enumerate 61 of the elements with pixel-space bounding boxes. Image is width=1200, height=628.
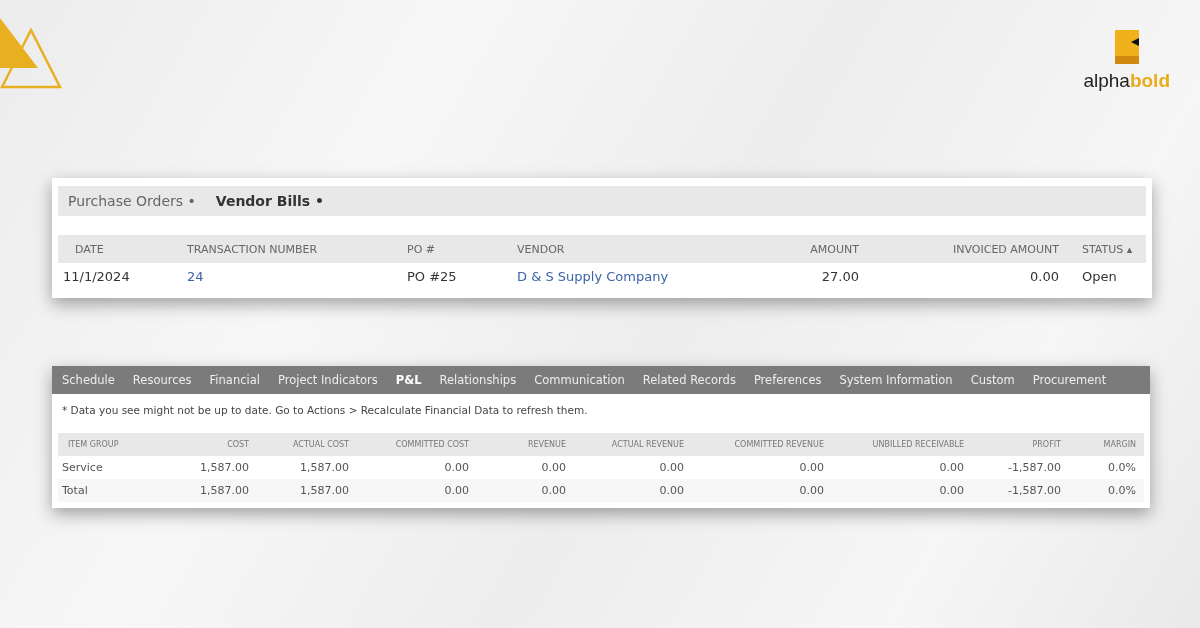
- table-cell: 11/1/2024: [63, 269, 130, 284]
- logo-icon: [1114, 30, 1139, 64]
- column-header[interactable]: INVOICED AMOUNT: [953, 242, 1059, 256]
- table-cell: 0.00: [939, 461, 964, 474]
- tab[interactable]: Financial: [209, 373, 260, 387]
- table-link[interactable]: 24: [187, 269, 204, 284]
- table-cell: 0.00: [799, 484, 824, 497]
- table-cell: 0.00: [939, 484, 964, 497]
- table-cell: 0.00: [659, 461, 684, 474]
- table-cell: -1,587.00: [1008, 484, 1061, 497]
- column-header: PROFIT: [1032, 440, 1061, 449]
- tab[interactable]: Preferences: [753, 373, 822, 387]
- table-cell: 0.00: [799, 461, 824, 474]
- table-cell: 0.00: [659, 484, 684, 497]
- column-header[interactable]: STATUS ▴: [1082, 242, 1133, 256]
- column-header: ITEM GROUP: [68, 440, 119, 449]
- tab[interactable]: Related Records: [642, 373, 736, 387]
- column-header: ACTUAL REVENUE: [611, 440, 684, 449]
- column-header: ACTUAL COST: [293, 440, 349, 449]
- table-cell: 1,587.00: [200, 484, 249, 497]
- notice-text: * Data you see might not be up to date. Go to Actions > Recalculate Financial Data to refresh them.: [61, 403, 589, 418]
- column-header: UNBILLED RECEIVABLE: [872, 440, 964, 449]
- table-cell: 1,587.00: [300, 484, 349, 497]
- table-cell: 0.0%: [1108, 484, 1136, 497]
- column-header: COST: [227, 440, 249, 449]
- column-header[interactable]: VENDOR: [517, 242, 565, 256]
- tab[interactable]: Relationships: [439, 373, 517, 387]
- table-link[interactable]: D & S Supply Company: [517, 269, 669, 284]
- tab[interactable]: System Information: [839, 373, 953, 387]
- table-cell: 1,587.00: [200, 461, 249, 474]
- table-cell: 1,587.00: [300, 461, 349, 474]
- tab[interactable]: Resources: [132, 373, 192, 387]
- subtab[interactable]: Vendor Bills •: [215, 193, 324, 209]
- tab[interactable]: Procurement: [1032, 373, 1107, 387]
- column-header[interactable]: DATE: [75, 242, 104, 256]
- table-cell: 0.00: [541, 484, 566, 497]
- table-cell: 27.00: [821, 269, 859, 284]
- column-header: MARGIN: [1103, 440, 1136, 449]
- table-cell: 0.00: [444, 461, 469, 474]
- column-header[interactable]: AMOUNT: [810, 242, 859, 256]
- column-header[interactable]: TRANSACTION NUMBER: [187, 242, 318, 256]
- column-header[interactable]: PO #: [407, 242, 435, 256]
- tab[interactable]: Communication: [534, 373, 625, 387]
- table-cell: PO #25: [407, 269, 457, 284]
- subtab[interactable]: Purchase Orders •: [68, 193, 196, 209]
- table-cell: Service: [62, 461, 103, 474]
- table-cell: 0.00: [1030, 269, 1059, 284]
- tab[interactable]: Schedule: [62, 373, 115, 387]
- table-cell: -1,587.00: [1008, 461, 1061, 474]
- tab[interactable]: Project Indicators: [277, 373, 378, 387]
- table-cell: Total: [62, 484, 88, 497]
- table-cell: 0.00: [444, 484, 469, 497]
- column-header: COMMITTED COST: [395, 440, 469, 449]
- logo-text: alphabold: [1083, 70, 1170, 92]
- table-cell: 0.0%: [1108, 461, 1136, 474]
- tab[interactable]: Custom: [970, 373, 1015, 387]
- table-cell: 0.00: [541, 461, 566, 474]
- column-header: COMMITTED REVENUE: [734, 440, 824, 449]
- tab[interactable]: P&L: [395, 373, 422, 387]
- column-header: REVENUE: [527, 440, 566, 449]
- table-cell: Open: [1082, 269, 1117, 284]
